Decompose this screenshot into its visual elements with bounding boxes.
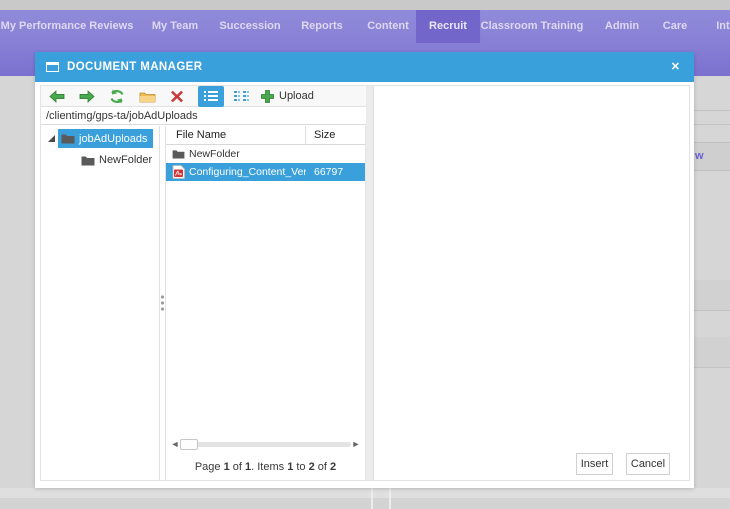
scrollbar-track[interactable] (180, 438, 351, 450)
pager-text: of (229, 461, 245, 473)
pager-text: . Items (251, 461, 288, 473)
list-view-button[interactable] (198, 85, 224, 107)
list-view-icon (204, 91, 218, 101)
nav-item-admin[interactable]: Admin (605, 10, 639, 43)
background-column-line (389, 488, 391, 509)
file-name: Configuring_Content_Vendo (189, 166, 306, 178)
folder-tree: jobAdUploads NewFolder (41, 126, 159, 480)
file-name: NewFolder (189, 148, 240, 160)
tree-node-root[interactable]: jobAdUploads (41, 129, 159, 148)
delete-icon[interactable] (170, 86, 184, 106)
background-partial-link: w (695, 150, 704, 162)
nav-item-reports[interactable]: Reports (301, 10, 343, 43)
pager-value: 2 (330, 461, 337, 473)
nav-item-succession[interactable]: Succession (219, 10, 280, 43)
grid-pager: Page 1 of 1. Items 1 to 2 of 2 (166, 461, 365, 473)
tree-node-jobadduploads[interactable]: jobAdUploads (58, 129, 153, 148)
browser-chrome-strip (0, 0, 730, 10)
pdf-file-icon (172, 165, 185, 179)
background-bottom-band-2 (0, 498, 730, 509)
nav-item-content[interactable]: Content (367, 10, 409, 43)
background-column-line (371, 488, 373, 509)
nav-item-inte[interactable]: Inte (716, 10, 730, 43)
nav-item-my-performance-reviews[interactable]: My Performance Reviews (1, 10, 134, 43)
nav-item-care[interactable]: Care (663, 10, 687, 43)
new-folder-icon[interactable] (139, 86, 156, 106)
preview-pane: Insert Cancel (374, 86, 689, 480)
pager-text: Page (194, 461, 224, 473)
explorer-panels: jobAdUploads NewFolder File Name Size Ne… (41, 126, 366, 480)
background-table-edge: w (694, 77, 730, 489)
insert-button[interactable]: Insert (576, 453, 613, 475)
grid-header: File Name Size (166, 126, 365, 145)
file-explorer: Upload /clientimg/gps-ta/jobAdUploads jo… (40, 85, 690, 481)
dialog-titlebar[interactable]: DOCUMENT MANAGER ✕ (35, 52, 694, 82)
back-icon[interactable] (49, 86, 65, 106)
folder-icon (81, 156, 95, 165)
nav-item-my-team[interactable]: My Team (152, 10, 198, 43)
upload-button[interactable]: Upload (261, 86, 314, 106)
pager-text: to (293, 461, 309, 473)
column-header-file-name[interactable]: File Name (166, 126, 306, 144)
scroll-left-icon[interactable]: ◄ (170, 439, 180, 449)
cancel-button[interactable]: Cancel (626, 453, 670, 475)
column-header-size[interactable]: Size (306, 129, 365, 141)
nav-item-classroom-training[interactable]: Classroom Training (481, 10, 584, 43)
grid-row-newfolder[interactable]: NewFolder (166, 145, 365, 163)
splitter-grip-icon (161, 293, 164, 314)
screen: My Performance Reviews My Team Successio… (0, 0, 730, 509)
background-bottom-band (0, 488, 730, 498)
tree-child-label: NewFolder (99, 154, 153, 166)
tree-expander-icon[interactable] (48, 135, 55, 142)
grid-row-configuring-content-vendor[interactable]: Configuring_Content_Vendo 66797 (166, 163, 365, 181)
scroll-right-icon[interactable]: ► (351, 439, 361, 449)
tree-root-label: jobAdUploads (79, 132, 148, 145)
upload-plus-icon (261, 89, 274, 103)
thumbnails-view-icon[interactable] (234, 86, 249, 106)
folder-icon (172, 150, 185, 159)
document-manager-dialog: DOCUMENT MANAGER ✕ Upload /clientimg/gps… (35, 52, 694, 488)
forward-icon[interactable] (79, 86, 95, 106)
close-icon[interactable]: ✕ (671, 52, 680, 82)
address-bar[interactable]: /clientimg/gps-ta/jobAdUploads (41, 108, 366, 125)
tree-node-newfolder[interactable]: NewFolder (81, 151, 159, 169)
dialog-title: DOCUMENT MANAGER (67, 61, 203, 73)
window-icon (46, 62, 59, 72)
file-grid: File Name Size NewFolder Configuring_Con… (166, 126, 366, 480)
grid-preview-splitter[interactable] (366, 86, 374, 480)
file-size: 66797 (314, 166, 344, 178)
scrollbar-thumb[interactable] (180, 438, 198, 450)
refresh-icon[interactable] (109, 86, 125, 106)
horizontal-scrollbar[interactable]: ◄ ► (170, 437, 361, 451)
tree-grid-splitter[interactable] (159, 126, 166, 480)
pager-text: of (314, 461, 331, 473)
upload-label: Upload (279, 90, 314, 102)
explorer-left-block: Upload /clientimg/gps-ta/jobAdUploads jo… (41, 85, 366, 480)
nav-item-recruit[interactable]: Recruit (416, 10, 480, 43)
explorer-toolbar: Upload (41, 85, 366, 107)
folder-icon (61, 134, 75, 144)
